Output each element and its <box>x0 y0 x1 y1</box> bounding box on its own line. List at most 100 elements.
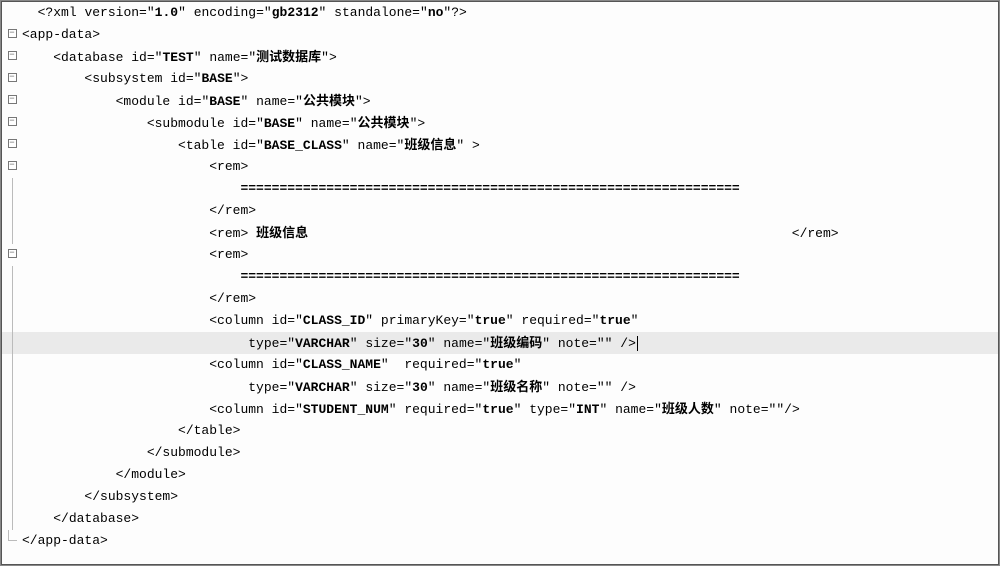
code-content: <column id="CLASS_ID" primaryKey="true" … <box>22 310 998 332</box>
code-line-active[interactable]: type="VARCHAR" size="30" name="班级编码" not… <box>2 332 998 354</box>
code-line[interactable]: <column id="CLASS_ID" primaryKey="true" … <box>2 310 998 332</box>
code-content: </subsystem> <box>22 486 998 508</box>
gutter <box>2 508 22 530</box>
separator: ========================================… <box>240 269 739 284</box>
fold-guide-icon <box>12 222 13 244</box>
gutter <box>2 178 22 200</box>
code-content: <?xml version="1.0" encoding="gb2312" st… <box>22 2 998 24</box>
gutter <box>2 222 22 244</box>
code-content: <rem> 班级信息 </rem> <box>22 221 998 245</box>
code-line[interactable]: ========================================… <box>2 266 998 288</box>
code-content: </rem> <box>22 288 998 310</box>
fold-guide-icon <box>12 354 13 376</box>
fold-guide-icon <box>12 420 13 442</box>
gutter <box>2 310 22 332</box>
fold-guide-icon <box>12 288 13 310</box>
fold-toggle[interactable]: − <box>2 134 22 156</box>
fold-toggle[interactable]: − <box>2 156 22 178</box>
code-content: <app-data> <box>22 24 998 46</box>
fold-guide-icon <box>12 266 13 288</box>
fold-toggle[interactable]: − <box>2 112 22 134</box>
minus-icon: − <box>8 73 17 82</box>
code-content: <submodule id="BASE" name="公共模块"> <box>22 111 998 135</box>
code-content: <column id="STUDENT_NUM" required="true"… <box>22 397 998 421</box>
code-line[interactable]: </subsystem> <box>2 486 998 508</box>
code-line[interactable]: − <database id="TEST" name="测试数据库"> <box>2 46 998 68</box>
gutter <box>2 200 22 222</box>
gutter <box>2 266 22 288</box>
code-line[interactable]: </rem> <box>2 200 998 222</box>
code-line[interactable]: <column id="CLASS_NAME" required="true" <box>2 354 998 376</box>
gutter <box>2 464 22 486</box>
fold-guide-icon <box>12 464 13 486</box>
code-line[interactable]: − <rem> <box>2 156 998 178</box>
code-line[interactable]: </app-data> <box>2 530 998 552</box>
text-cursor-icon <box>637 336 638 351</box>
code-content: <table id="BASE_CLASS" name="班级信息" > <box>22 133 998 157</box>
code-line[interactable]: <rem> 班级信息 </rem> <box>2 222 998 244</box>
code-line[interactable]: − <app-data> <box>2 24 998 46</box>
code-line[interactable]: − <module id="BASE" name="公共模块"> <box>2 90 998 112</box>
code-content: </database> <box>22 508 998 530</box>
code-content: </rem> <box>22 200 998 222</box>
minus-icon: − <box>8 51 17 60</box>
code-line[interactable]: </database> <box>2 508 998 530</box>
fold-guide-icon <box>12 332 13 354</box>
fold-guide-icon <box>12 376 13 398</box>
code-content: <column id="CLASS_NAME" required="true" <box>22 354 998 376</box>
gutter <box>2 398 22 420</box>
gutter <box>2 354 22 376</box>
code-line[interactable]: − <submodule id="BASE" name="公共模块"> <box>2 112 998 134</box>
code-content: ========================================… <box>22 178 998 200</box>
fold-guide-icon <box>12 486 13 508</box>
code-line[interactable]: − <subsystem id="BASE"> <box>2 68 998 90</box>
code-line[interactable]: − <rem> <box>2 244 998 266</box>
minus-icon: − <box>8 95 17 104</box>
fold-guide-icon <box>12 398 13 420</box>
code-content: <database id="TEST" name="测试数据库"> <box>22 45 998 69</box>
code-content: </table> <box>22 420 998 442</box>
gutter <box>2 376 22 398</box>
code-content: </app-data> <box>22 530 998 552</box>
code-line[interactable]: <column id="STUDENT_NUM" required="true"… <box>2 398 998 420</box>
fold-toggle[interactable]: − <box>2 244 22 266</box>
code-line[interactable]: ========================================… <box>2 178 998 200</box>
fold-toggle[interactable]: − <box>2 24 22 46</box>
code-line[interactable]: </module> <box>2 464 998 486</box>
minus-icon: − <box>8 139 17 148</box>
minus-icon: − <box>8 29 17 38</box>
fold-guide-icon <box>12 508 13 530</box>
code-line[interactable]: </submodule> <box>2 442 998 464</box>
code-content: </submodule> <box>22 442 998 464</box>
code-line[interactable]: type="VARCHAR" size="30" name="班级名称" not… <box>2 376 998 398</box>
rem-text: 班级信息 <box>256 222 308 241</box>
gutter <box>2 288 22 310</box>
minus-icon: − <box>8 117 17 126</box>
fold-toggle[interactable]: − <box>2 68 22 90</box>
code-editor[interactable]: <?xml version="1.0" encoding="gb2312" st… <box>1 1 999 565</box>
code-line[interactable]: </rem> <box>2 288 998 310</box>
gutter <box>2 442 22 464</box>
gutter <box>2 332 22 354</box>
minus-icon: − <box>8 161 17 170</box>
fold-guide-icon <box>12 200 13 222</box>
fold-end-icon <box>8 530 17 541</box>
gutter <box>2 420 22 442</box>
code-content: type="VARCHAR" size="30" name="班级编码" not… <box>22 331 998 355</box>
gutter <box>2 2 22 24</box>
code-content: <subsystem id="BASE"> <box>22 68 998 90</box>
code-content: </module> <box>22 464 998 486</box>
fold-toggle[interactable]: − <box>2 90 22 112</box>
code-line[interactable]: </table> <box>2 420 998 442</box>
minus-icon: − <box>8 249 17 258</box>
code-content: ========================================… <box>22 266 998 288</box>
fold-toggle[interactable]: − <box>2 46 22 68</box>
code-line[interactable]: <?xml version="1.0" encoding="gb2312" st… <box>2 2 998 24</box>
gutter <box>2 530 22 552</box>
code-content: <rem> <box>22 156 998 178</box>
xml-open: <?xml <box>38 5 77 20</box>
fold-guide-icon <box>12 178 13 200</box>
fold-guide-icon <box>12 310 13 332</box>
code-line[interactable]: − <table id="BASE_CLASS" name="班级信息" > <box>2 134 998 156</box>
code-content: <module id="BASE" name="公共模块"> <box>22 89 998 113</box>
